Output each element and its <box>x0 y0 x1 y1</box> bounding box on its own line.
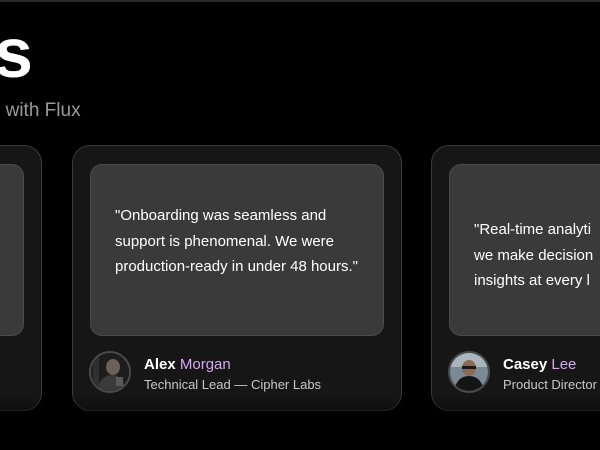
testimonial-quote: "Real-time analyti we make decision insi… <box>449 164 600 336</box>
testimonial-author: Alex Morgan Technical Lead — Cipher Labs <box>89 351 389 397</box>
section-subtitle: r with Flux <box>0 100 81 121</box>
author-role: Technical Lead — Cipher Labs <box>144 377 322 392</box>
author-name: Casey Lee <box>503 356 576 373</box>
quote-line: insights at every l <box>474 272 590 289</box>
testimonial-card[interactable]: "Real-time analyti we make decision insi… <box>431 145 600 411</box>
author-last-name: Morgan <box>179 356 231 373</box>
avatar <box>89 351 131 393</box>
author-first-name: Casey <box>503 356 548 373</box>
quote-line: "Real-time analyti <box>474 221 592 238</box>
testimonial-card[interactable] <box>0 145 42 411</box>
testimonial-quote-box <box>0 164 24 336</box>
author-name: Alex Morgan <box>144 356 231 373</box>
testimonial-card[interactable]: "Onboarding was seamless and support is … <box>72 145 402 411</box>
author-first-name: Alex <box>144 356 176 373</box>
top-divider <box>0 0 600 2</box>
avatar <box>448 351 490 393</box>
quote-line: we make decision <box>474 246 594 264</box>
testimonial-quote: "Onboarding was seamless and support is … <box>90 164 384 336</box>
section-heading: s <box>0 14 33 92</box>
testimonial-author: Casey Lee Product Director <box>448 351 600 397</box>
author-role: Product Director <box>503 377 597 392</box>
testimonials-section: s r with Flux "Onboarding was seamless a… <box>0 0 600 450</box>
author-last-name: Lee <box>551 356 577 373</box>
